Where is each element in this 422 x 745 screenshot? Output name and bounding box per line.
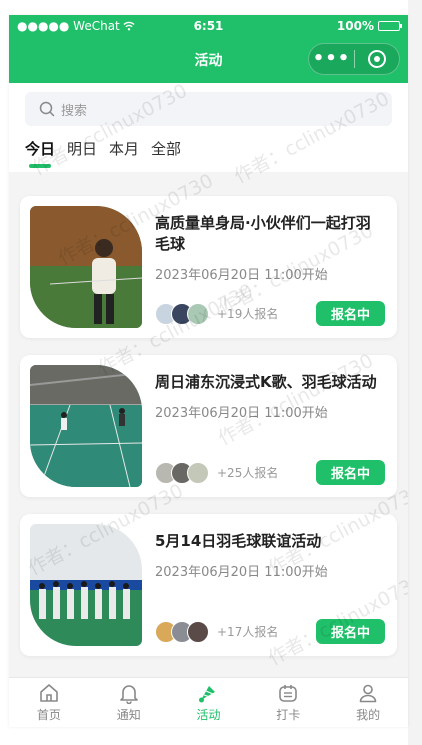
signup-count: +25人报名 [217,466,279,480]
status-time: 6:51 [193,19,224,33]
event-photo [30,365,142,487]
tab-tomorrow[interactable]: 明日 [67,126,97,172]
bottom-tab-bar: 首页 通知 活动 打卡 我的 [9,677,408,727]
close-target-button[interactable] [355,50,399,68]
event-footer: +25人报名 报名中 [155,460,385,485]
event-card[interactable]: 周日浦东沉浸式K歌、羽毛球活动 2023年06月20日 11:00开始 +25人… [20,355,397,497]
page-title: 活动 [194,53,223,69]
shuttlecock-icon [199,686,216,703]
avatar [187,620,209,643]
event-list: 高质量单身局·小伙伴们一起打羽毛球 2023年06月20日 11:00开始 +1… [9,172,408,656]
status-bar: ●●●●● WeChat 6:51 100% [9,15,408,37]
event-photo [30,524,142,646]
event-footer: +19人报名 报名中 [155,301,385,326]
event-footer: +17人报名 报名中 [155,619,385,644]
tabbar-label: 活动 [196,708,221,722]
signup-status-button[interactable]: 报名中 [316,619,385,644]
header-area: 搜索 今日 明日 本月 全部 [9,83,408,172]
event-date: 2023年06月20日 11:00开始 [155,565,328,580]
event-card[interactable]: 高质量单身局·小伙伴们一起打羽毛球 2023年06月20日 11:00开始 +1… [20,196,397,338]
tabbar-notice[interactable]: 通知 [89,678,169,727]
avatar [187,302,209,325]
signup-status-button[interactable]: 报名中 [316,301,385,326]
phone-frame: ●●●●● WeChat 6:51 100% 活动 ••• 搜索 今日 明日 本… [9,15,408,727]
bell-icon [119,685,138,704]
nav-bar: 活动 ••• [9,37,408,83]
tabbar-checkin[interactable]: 打卡 [248,678,328,727]
tabbar-mine[interactable]: 我的 [328,678,408,727]
tab-all[interactable]: 全部 [151,126,181,172]
signup-count: +19人报名 [217,307,279,321]
battery-icon [378,21,402,31]
more-menu-icon[interactable]: ••• [309,50,354,68]
tab-today[interactable]: 今日 [25,126,55,172]
event-info: 高质量单身局·小伙伴们一起打羽毛球 2023年06月20日 11:00开始 +1… [155,206,385,328]
event-info: 5月14日羽毛球联谊活动 2023年06月20日 11:00开始 +17人报名 … [155,524,385,646]
page-scrollbar[interactable] [408,0,422,745]
attendee-avatars [155,620,209,643]
tabbar-label: 我的 [356,708,381,722]
event-info: 周日浦东沉浸式K歌、羽毛球活动 2023年06月20日 11:00开始 +25人… [155,365,385,487]
event-card[interactable]: 5月14日羽毛球联谊活动 2023年06月20日 11:00开始 +17人报名 … [20,514,397,656]
calendar-icon [279,685,298,702]
tab-this-month[interactable]: 本月 [109,126,139,172]
search-placeholder: 搜索 [61,103,88,119]
tabbar-label: 打卡 [276,708,301,722]
tabbar-label: 通知 [116,708,141,722]
date-tabs: 今日 明日 本月 全部 [25,126,392,172]
tabbar-home[interactable]: 首页 [9,678,89,727]
attendee-avatars [155,302,209,325]
event-title: 周日浦东沉浸式K歌、羽毛球活动 [155,373,377,391]
event-photo [30,206,142,328]
search-input[interactable]: 搜索 [25,92,392,126]
event-date: 2023年06月20日 11:00开始 [155,268,328,283]
event-title: 高质量单身局·小伙伴们一起打羽毛球 [155,214,371,253]
event-title: 5月14日羽毛球联谊活动 [155,532,322,550]
search-icon [39,101,55,117]
tabbar-label: 首页 [36,708,61,722]
attendee-avatars [155,461,209,484]
mini-program-capsule: ••• [308,43,400,75]
target-icon [367,50,386,68]
signup-count: +17人报名 [217,625,279,639]
home-icon [40,684,58,702]
user-icon [359,684,377,703]
signup-status-button[interactable]: 报名中 [316,460,385,485]
avatar [187,461,209,484]
tabbar-activity[interactable]: 活动 [169,678,249,727]
event-date: 2023年06月20日 11:00开始 [155,406,328,421]
